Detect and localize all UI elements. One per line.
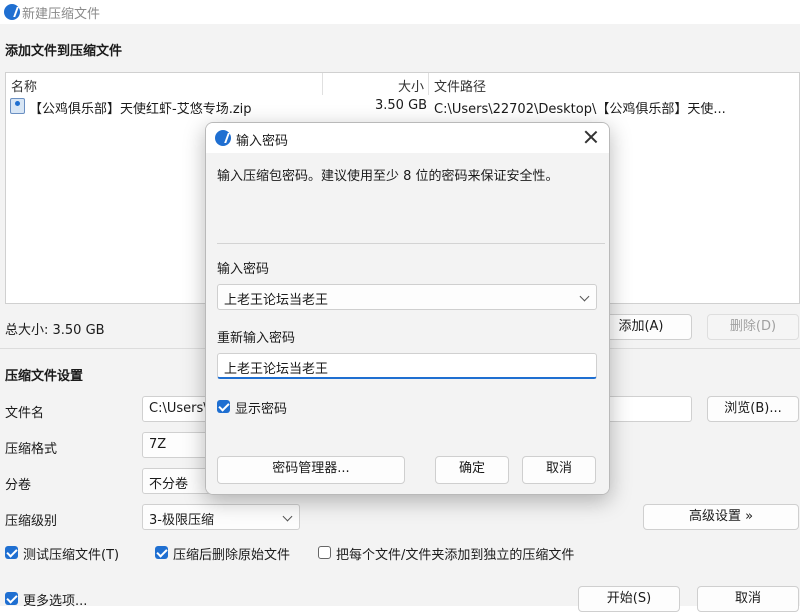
chevron-down-icon (579, 291, 590, 302)
format-select[interactable]: 7Z (142, 432, 212, 458)
show-password-label[interactable]: 显示密码 (235, 398, 287, 417)
volume-select[interactable]: 不分卷 (142, 468, 212, 494)
password-input-value: 上老王论坛当老王 (224, 293, 329, 308)
delete-after-checkbox[interactable] (155, 546, 168, 559)
chevron-down-icon (282, 511, 293, 522)
app-logo-icon (4, 4, 20, 20)
settings-section-title: 压缩文件设置 (5, 369, 84, 384)
dialog-title: 输入密码 (236, 134, 289, 149)
password-input[interactable]: 上老王论坛当老王 (217, 284, 597, 310)
column-header-size[interactable]: 大小 (398, 76, 424, 95)
window-title: 新建压缩文件 (22, 7, 101, 22)
app-logo-icon (215, 130, 231, 146)
divider (217, 243, 605, 244)
dialog-cancel-button[interactable]: 取消 (522, 456, 596, 484)
delete-after-label[interactable]: 压缩后删除原始文件 (173, 544, 290, 563)
column-divider (428, 73, 429, 95)
password-manager-button[interactable]: 密码管理器... (217, 456, 405, 484)
add-section-title: 添加文件到压缩文件 (5, 44, 123, 59)
level-select-value: 3-极限压缩 (149, 513, 214, 528)
column-divider (322, 73, 323, 95)
level-select[interactable]: 3-极限压缩 (142, 504, 300, 530)
total-size-label: 总大小: 3.50 GB (5, 323, 105, 338)
main-cancel-button[interactable]: 取消 (697, 586, 799, 612)
separate-archives-label[interactable]: 把每个文件/文件夹添加到独立的压缩文件 (336, 544, 574, 563)
table-row[interactable]: 【公鸡俱乐部】天使红虾-艾悠专场.zip 3.50 GB C:\Users\22… (6, 95, 799, 117)
level-label: 压缩级别 (5, 514, 58, 529)
dialog-body: 输入压缩包密码。建议使用至少 8 位的密码来保证安全性。 输入密码 上老王论坛当… (206, 153, 609, 494)
test-archive-checkbox[interactable] (5, 546, 18, 559)
filename-label: 文件名 (5, 406, 45, 421)
file-name-cell: 【公鸡俱乐部】天使红虾-艾悠专场.zip (29, 102, 252, 117)
confirm-password-input[interactable]: 上老王论坛当老王 (217, 353, 597, 379)
file-path-cell: C:\Users\22702\Desktop\【公鸡俱乐部】天使... (434, 102, 726, 117)
password-label: 输入密码 (217, 262, 270, 277)
start-button[interactable]: 开始(S) (578, 586, 680, 612)
password-dialog: 输入密码 输入压缩包密码。建议使用至少 8 位的密码来保证安全性。 输入密码 上… (205, 122, 610, 495)
dialog-title-bar: 输入密码 (206, 123, 609, 153)
column-header-name[interactable]: 名称 (11, 76, 37, 95)
dialog-description: 输入压缩包密码。建议使用至少 8 位的密码来保证安全性。 (217, 169, 559, 184)
browse-button[interactable]: 浏览(B)... (707, 396, 799, 422)
file-size-cell: 3.50 GB (375, 98, 428, 113)
column-header-path[interactable]: 文件路径 (434, 76, 486, 95)
more-options-label[interactable]: 更多选项... (23, 590, 87, 609)
title-bar: 新建压缩文件 (0, 0, 800, 24)
format-label: 压缩格式 (5, 442, 58, 457)
show-password-checkbox[interactable] (217, 400, 230, 413)
zip-file-icon (10, 98, 25, 114)
delete-button[interactable]: 删除(D) (707, 314, 799, 340)
volume-label: 分卷 (5, 478, 32, 493)
close-icon[interactable] (583, 129, 599, 145)
more-options-checkbox[interactable] (5, 592, 18, 605)
separate-archives-checkbox[interactable] (318, 546, 331, 559)
confirm-password-label: 重新输入密码 (217, 331, 296, 346)
ok-button[interactable]: 确定 (435, 456, 509, 484)
advanced-settings-button[interactable]: 高级设置 » (643, 504, 799, 530)
test-archive-label[interactable]: 测试压缩文件(T) (23, 544, 119, 563)
